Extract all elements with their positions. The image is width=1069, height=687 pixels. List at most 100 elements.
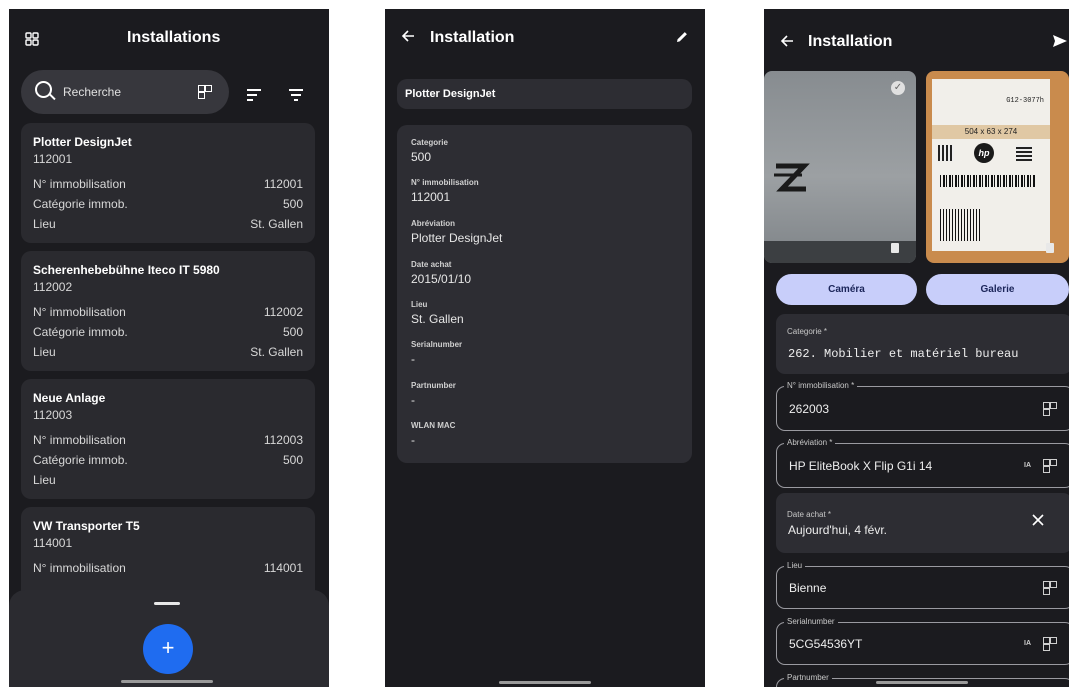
installations-list-screen: Installations Recherche Plotter DesignJe…: [9, 9, 329, 687]
detail-label: Date achat: [411, 260, 452, 269]
add-button[interactable]: +: [143, 624, 193, 674]
row-label: N° immobilisation: [33, 561, 126, 575]
back-arrow-icon[interactable]: [780, 34, 794, 53]
detail-value: -: [411, 352, 415, 366]
lieu-field[interactable]: Lieu Bienne: [776, 561, 1069, 609]
field-label: Lieu: [784, 561, 806, 570]
row-value: 500: [282, 325, 303, 339]
detail-label: Categorie: [411, 138, 448, 147]
qr-scan-icon[interactable]: [1043, 402, 1057, 416]
qr-scan-icon[interactable]: [1043, 459, 1057, 473]
search-input[interactable]: Recherche: [21, 70, 229, 114]
item-row: N° immobilisation 112001: [33, 177, 303, 191]
qr-scan-icon[interactable]: [1043, 637, 1057, 651]
item-row: N° immobilisation 112002: [33, 305, 303, 319]
field-value: 262. Mobilier et matériel bureau: [788, 347, 1019, 361]
app-bar: Installation: [764, 9, 1069, 71]
row-value: 112003: [263, 433, 303, 447]
label-code: G12-3077h: [1006, 97, 1044, 105]
item-row: Catégorie immob. 500: [33, 325, 303, 339]
detail-label: N° immobilisation: [411, 178, 479, 187]
clear-icon[interactable]: [1032, 513, 1044, 531]
detail-label: Abréviation: [411, 219, 456, 228]
row-value: 112002: [263, 305, 303, 319]
row-label: Lieu: [33, 217, 56, 231]
send-icon[interactable]: [1052, 34, 1068, 53]
grid-menu-icon[interactable]: [25, 32, 39, 51]
hp-logo: hp: [974, 143, 994, 163]
detail-label: Serialnumber: [411, 340, 463, 349]
item-row: Lieu: [33, 473, 303, 487]
camera-button[interactable]: Caméra: [776, 274, 917, 305]
row-label: Lieu: [33, 345, 56, 359]
row-value: 112001: [263, 177, 303, 191]
drag-handle[interactable]: [154, 602, 180, 605]
field-value: Aujourd'hui, 4 févr.: [788, 523, 888, 537]
row-value: 114001: [263, 561, 303, 575]
row-label: Catégorie immob.: [33, 325, 128, 339]
item-id: 112001: [33, 152, 73, 166]
abreviation-field[interactable]: Abréviation * HP EliteBook X Flip G1i 14…: [776, 438, 1069, 488]
row-label: N° immobilisation: [33, 177, 126, 191]
delete-icon[interactable]: [891, 243, 899, 253]
categorie-field[interactable]: Categorie * 262. Mobilier et matériel bu…: [776, 314, 1069, 374]
detail-card: Categorie 500 N° immobilisation 112001 A…: [397, 125, 692, 463]
item-title: Scherenhebebühne Iteco IT 5980: [33, 263, 220, 277]
row-label: N° immobilisation: [33, 433, 126, 447]
delete-icon[interactable]: [1046, 243, 1054, 253]
gallery-button[interactable]: Galerie: [926, 274, 1069, 305]
page-title: Installation: [808, 33, 893, 50]
item-id: 114001: [33, 536, 73, 550]
gesture-bar: [876, 681, 968, 684]
edit-pencil-icon[interactable]: [675, 30, 689, 49]
qr-scan-icon[interactable]: [1043, 581, 1057, 595]
detail-value: -: [411, 393, 415, 407]
detail-value: Plotter DesignJet: [411, 231, 503, 245]
gesture-bar: [499, 681, 591, 684]
item-id: 112002: [33, 280, 73, 294]
qr-scan-icon[interactable]: [198, 85, 212, 99]
detail-value: 2015/01/10: [411, 272, 472, 286]
item-row: Lieu St. Gallen: [33, 217, 303, 231]
detail-value: St. Gallen: [411, 312, 464, 326]
label-size: 504 x 63 x 274: [932, 125, 1050, 139]
name-field-value: Plotter DesignJet: [405, 88, 496, 100]
name-field[interactable]: Plotter DesignJet: [397, 79, 692, 109]
item-title: VW Transporter T5: [33, 519, 140, 533]
immobilisation-field[interactable]: N° immobilisation * 262003: [776, 381, 1069, 431]
row-value: St. Gallen: [250, 217, 303, 231]
photo-thumbnail[interactable]: ✓: [764, 71, 916, 263]
list-item[interactable]: Plotter DesignJet 112001 N° immobilisati…: [21, 123, 315, 243]
photo-thumbnail[interactable]: G12-3077h 504 x 63 x 274 hp: [926, 71, 1069, 263]
back-arrow-icon[interactable]: [401, 29, 415, 48]
filter-icon[interactable]: [289, 89, 303, 104]
list-item[interactable]: Scherenhebebühne Iteco IT 5980 112002 N°…: [21, 251, 315, 371]
detail-label: Lieu: [411, 300, 428, 309]
page-title: Installation: [430, 29, 515, 46]
row-label: Lieu: [33, 473, 56, 487]
sort-icon[interactable]: [247, 89, 261, 104]
field-value: HP EliteBook X Flip G1i 14: [789, 459, 933, 473]
ai-badge[interactable]: IA: [1024, 462, 1031, 469]
selected-check-icon: ✓: [891, 81, 905, 95]
app-bar: Installations: [9, 9, 329, 71]
serialnumber-field[interactable]: Serialnumber 5CG54536YT IA: [776, 617, 1069, 665]
gesture-bar: [121, 680, 213, 683]
bottom-sheet: +: [9, 590, 329, 687]
ai-badge[interactable]: IA: [1024, 640, 1031, 647]
page-title: Installations: [127, 29, 221, 46]
installation-detail-screen: Installation Plotter DesignJet Categorie…: [385, 9, 705, 687]
row-value: 500: [282, 453, 303, 467]
row-label: Catégorie immob.: [33, 197, 128, 211]
field-label: Date achat *: [787, 510, 832, 519]
list-item[interactable]: Neue Anlage 112003 N° immobilisation 1120…: [21, 379, 315, 499]
field-value: 262003: [789, 402, 830, 416]
laptop-photo: [764, 163, 916, 263]
field-label: N° immobilisation *: [784, 381, 858, 390]
date-field[interactable]: Date achat * Aujourd'hui, 4 févr.: [776, 493, 1069, 553]
item-id: 112003: [33, 408, 73, 422]
field-label: Abréviation *: [784, 438, 836, 447]
field-value: Bienne: [789, 581, 827, 595]
row-label: Catégorie immob.: [33, 453, 128, 467]
detail-value: 112001: [411, 190, 451, 204]
